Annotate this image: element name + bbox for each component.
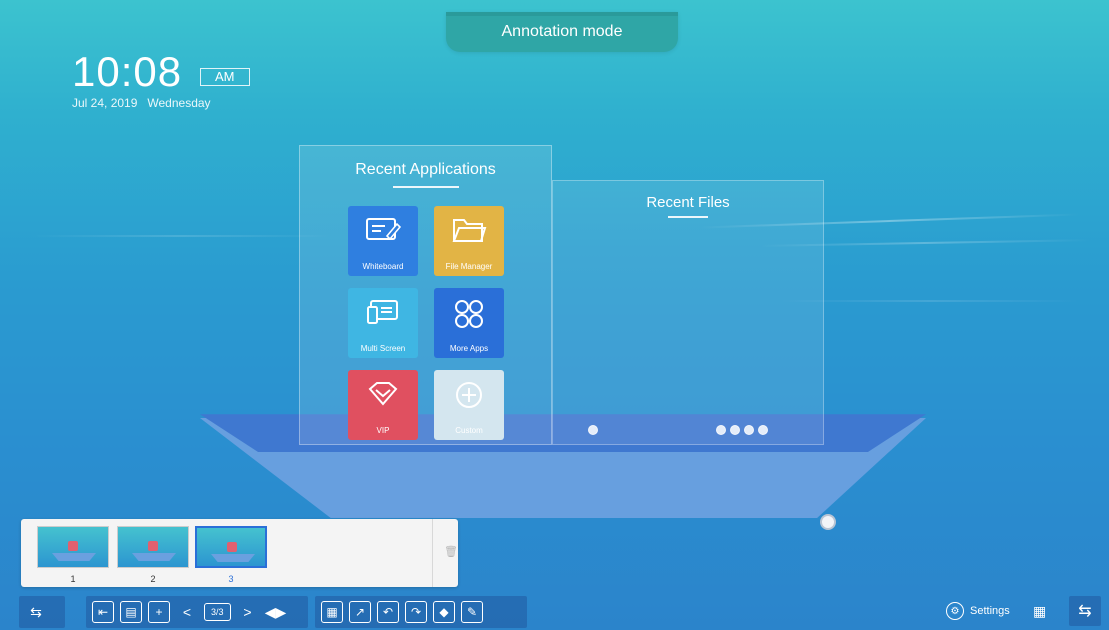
app-label: More Apps — [449, 344, 489, 353]
files-filter-left — [588, 425, 598, 435]
toolbar-tools-group: ▦ ↗ ↶ ↷ ◆ ✎ — [315, 596, 527, 628]
recent-files-title: Recent Files — [646, 194, 730, 211]
clock-ampm: AM — [200, 68, 250, 86]
thumbnails-area: 1 2 3 — [21, 519, 433, 587]
redo-icon[interactable]: ↷ — [405, 601, 427, 623]
settings-label: Settings — [970, 605, 1010, 617]
light-streak — [30, 235, 330, 237]
page-indicator[interactable]: 3/3 — [204, 603, 231, 621]
title-underline — [392, 186, 459, 188]
exit-icon[interactable]: ⇤ — [92, 601, 114, 623]
toolbar-page-group: ⇤ ▤ + < 3/3 > ◀▶ — [86, 596, 308, 628]
screenshot-icon[interactable]: ↗ — [349, 601, 371, 623]
clock-date-row: Jul 24, 2019 Wednesday — [72, 96, 211, 110]
add-page-icon[interactable]: + — [148, 601, 170, 623]
app-label: Custom — [455, 426, 483, 435]
app-label: Multi Screen — [360, 344, 406, 353]
app-file-manager[interactable]: File Manager — [434, 206, 504, 276]
apps-grid: Whiteboard File Manager Multi Screen Mor… — [348, 206, 504, 440]
page-number: 1 — [70, 574, 76, 584]
drag-handle[interactable] — [820, 514, 836, 530]
vip-icon — [368, 382, 398, 406]
list-filter-icon[interactable] — [758, 425, 768, 435]
light-streak — [780, 300, 1080, 302]
files-filter-right — [716, 425, 768, 435]
save-icon[interactable]: ▤ — [120, 601, 142, 623]
app-label: VIP — [376, 426, 390, 435]
app-label: File Manager — [445, 262, 493, 271]
annotation-mode-label: Annotation mode — [501, 23, 623, 40]
prev-page-icon[interactable]: < — [176, 601, 198, 623]
app-more-apps[interactable]: More Apps — [434, 288, 504, 358]
more-apps-icon — [455, 300, 483, 328]
whiteboard-icon — [366, 218, 401, 241]
image-filter-icon[interactable] — [730, 425, 740, 435]
page-thumbnail-active[interactable] — [195, 526, 267, 568]
app-vip[interactable]: VIP — [348, 370, 418, 440]
switch-side-icon[interactable]: ⇆ — [1069, 596, 1101, 626]
page-thumbnails: 1 2 3 — [21, 519, 458, 587]
clock-date: Jul 24, 2019 — [72, 96, 138, 110]
title-underline — [668, 216, 708, 218]
file-type-icon[interactable] — [588, 425, 598, 435]
video-filter-icon[interactable] — [744, 425, 754, 435]
toolbar-left-group: ⇆ — [19, 596, 65, 628]
app-whiteboard[interactable]: Whiteboard — [348, 206, 418, 276]
qr-code-icon[interactable]: ▦ — [321, 601, 343, 623]
page-thumbnail[interactable] — [37, 526, 109, 568]
app-custom[interactable]: Custom — [434, 370, 504, 440]
pen-icon[interactable]: ✎ — [461, 601, 483, 623]
gear-icon: ⚙ — [946, 602, 964, 620]
page-number: 3 — [228, 574, 234, 584]
bottom-toolbar: ⇆ ⇤ ▤ + < 3/3 > ◀▶ ▦ ↗ ↶ ↷ ◆ ✎ — [0, 594, 1109, 630]
switch-side-icon[interactable]: ⇆ — [25, 601, 47, 623]
recent-apps-title: Recent Applications — [355, 161, 496, 178]
document-filter-icon[interactable] — [716, 425, 726, 435]
apps-grid-icon[interactable]: ▦ — [1033, 603, 1046, 620]
eraser-icon[interactable]: ◆ — [433, 601, 455, 623]
settings-button[interactable]: ⚙ Settings — [946, 602, 1010, 620]
trash-icon[interactable]: 🗑 — [444, 545, 458, 558]
app-label: Whiteboard — [362, 262, 404, 271]
page-number: 2 — [150, 574, 156, 584]
clock-time: 10:08 — [72, 48, 183, 95]
recent-apps-panel: Recent Applications Whiteboard File Mana… — [299, 145, 552, 445]
recent-files-panel: Recent Files — [552, 180, 824, 445]
clock-widget: 10:08 AM Jul 24, 2019 Wednesday — [72, 48, 250, 110]
multi-screen-icon — [367, 300, 398, 324]
undo-icon[interactable]: ↶ — [377, 601, 399, 623]
page-thumbnail[interactable] — [117, 526, 189, 568]
annotation-mode-tab[interactable]: Annotation mode — [446, 12, 678, 52]
clock-weekday: Wednesday — [147, 96, 211, 110]
folder-icon — [452, 219, 487, 242]
next-page-icon[interactable]: > — [237, 601, 259, 623]
plus-icon — [456, 382, 482, 408]
app-multi-screen[interactable]: Multi Screen — [348, 288, 418, 358]
collapse-icon[interactable]: ◀▶ — [265, 601, 287, 623]
